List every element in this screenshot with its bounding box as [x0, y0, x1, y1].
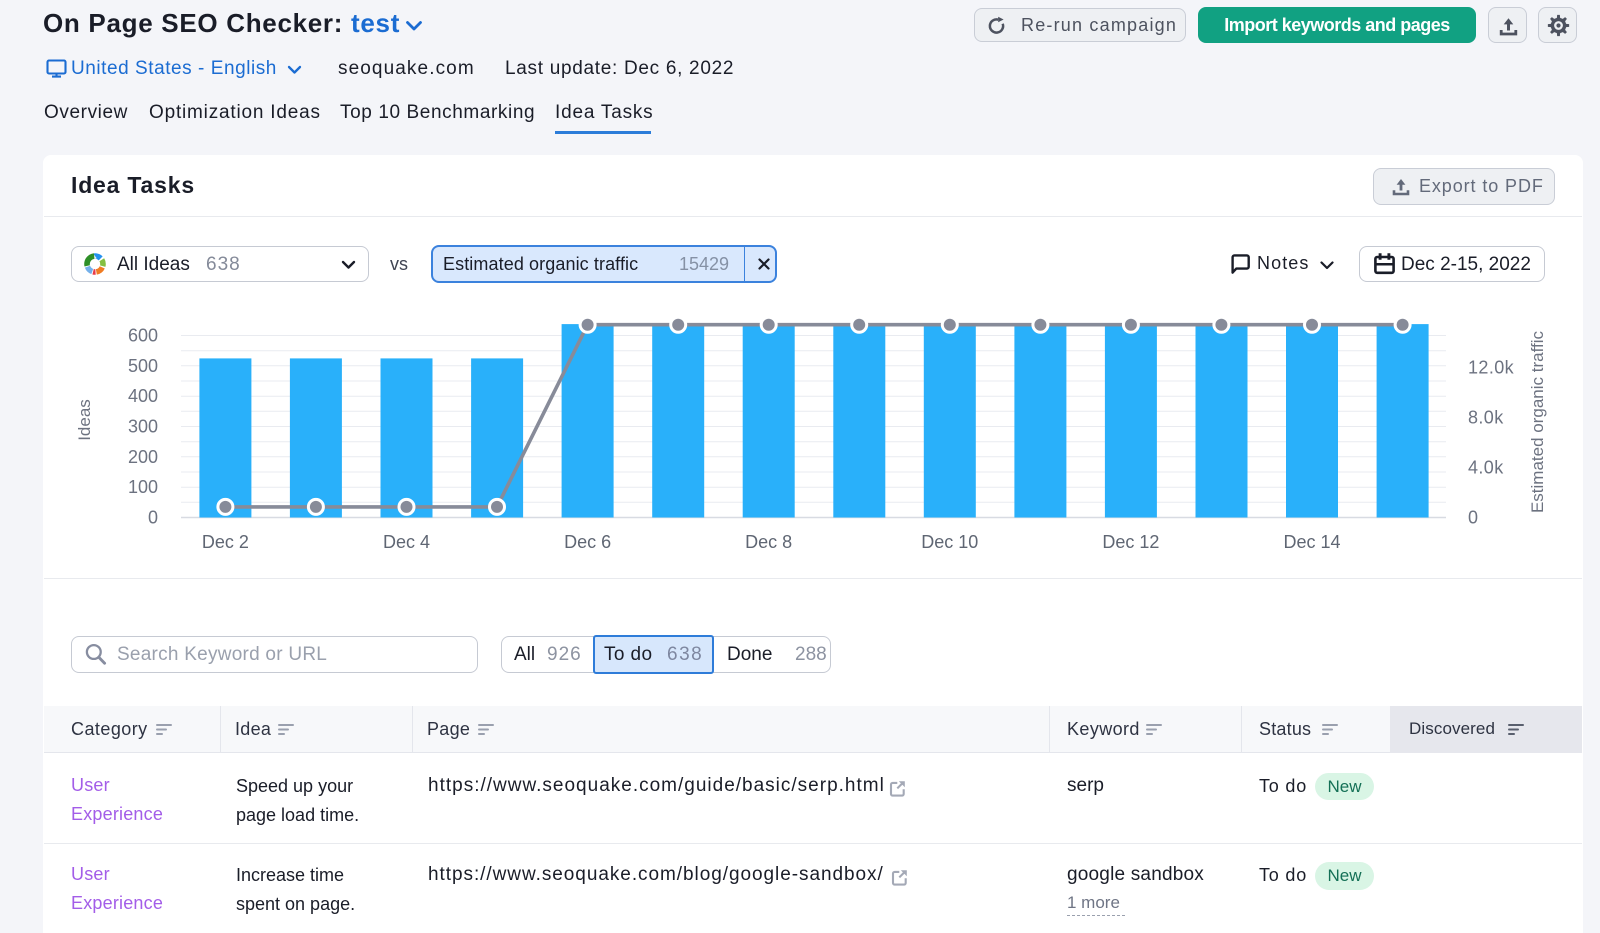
- svg-text:500: 500: [128, 356, 158, 376]
- svg-text:200: 200: [128, 447, 158, 467]
- svg-text:Dec 4: Dec 4: [383, 532, 430, 552]
- svg-text:0: 0: [1468, 508, 1478, 528]
- svg-text:300: 300: [128, 417, 158, 437]
- svg-text:Dec 6: Dec 6: [564, 532, 611, 552]
- svg-text:Dec 10: Dec 10: [921, 532, 978, 552]
- svg-text:100: 100: [128, 477, 158, 497]
- svg-text:Ideas: Ideas: [75, 399, 94, 441]
- svg-text:400: 400: [128, 386, 158, 406]
- svg-text:600: 600: [128, 326, 158, 346]
- svg-text:Dec 8: Dec 8: [745, 532, 792, 552]
- svg-text:Estimated organic traffic: Estimated organic traffic: [1528, 330, 1547, 513]
- svg-text:4.0k: 4.0k: [1468, 458, 1504, 478]
- svg-text:Dec 2: Dec 2: [202, 532, 249, 552]
- svg-text:12.0k: 12.0k: [1468, 358, 1515, 378]
- svg-text:0: 0: [148, 508, 158, 528]
- svg-text:Dec 12: Dec 12: [1102, 532, 1159, 552]
- svg-text:Dec 14: Dec 14: [1283, 532, 1340, 552]
- svg-text:8.0k: 8.0k: [1468, 408, 1504, 428]
